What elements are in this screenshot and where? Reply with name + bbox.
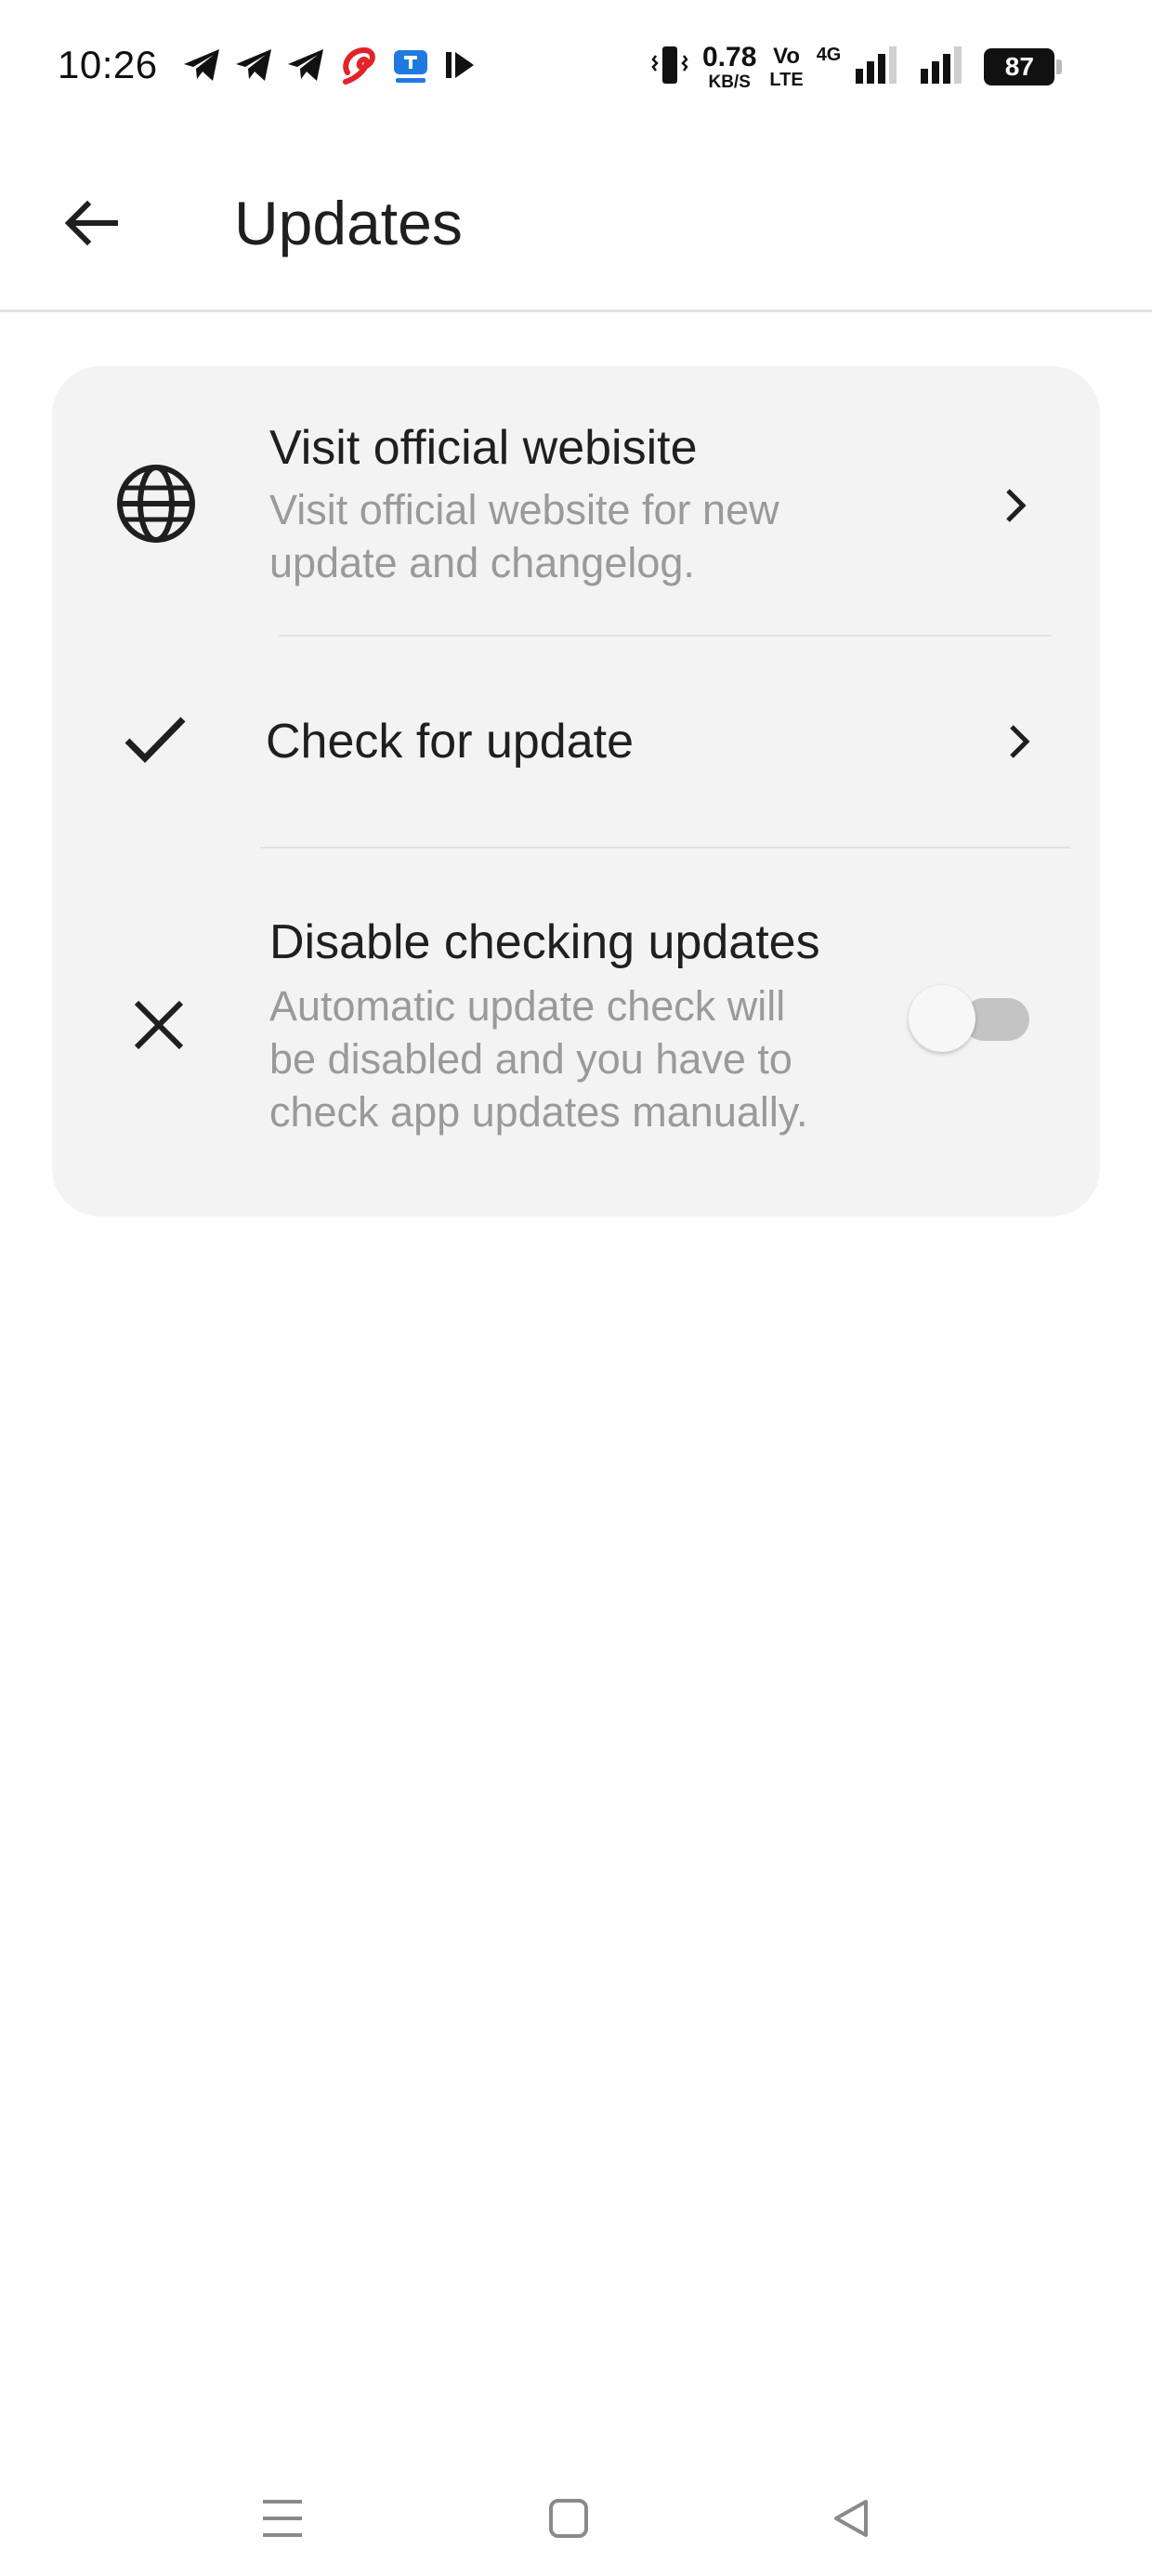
signal-icon — [854, 45, 906, 90]
chevron-right-icon — [998, 714, 1042, 769]
visit-website-subtitle-line-1: Visit official website for new — [269, 486, 779, 533]
play-icon — [442, 46, 479, 88]
vibrate-icon — [650, 43, 689, 92]
tech-app-icon — [390, 45, 431, 90]
status-time: 10:26 — [58, 43, 158, 86]
volte-indicator: Vo LTE — [769, 43, 804, 90]
volte-top: Vo — [773, 43, 800, 69]
disable-updates-subtitle-line-1: Automatic update check will — [269, 982, 786, 1030]
check-icon — [113, 697, 197, 781]
disable-updates-subtitle-line-2: be disabled and you have to — [269, 1035, 792, 1083]
back-nav-button[interactable] — [814, 2481, 888, 2556]
home-button[interactable] — [531, 2481, 606, 2556]
disable-updates-title: Disable checking updates — [269, 915, 820, 969]
status-bar: 10:26 0.78 KB/S Vo LTE 4G 87 — [0, 0, 1152, 130]
battery-icon: 87 — [984, 48, 1063, 85]
menu-icon — [263, 2500, 302, 2537]
visit-website-subtitle-line-2: update and changelog. — [269, 539, 695, 586]
telegram-icon — [182, 46, 223, 88]
page-title: Updates — [234, 189, 463, 257]
visit-website-title: Visit official webisite — [269, 421, 698, 475]
volte-bottom: LTE — [769, 69, 804, 90]
notification-icons — [182, 45, 479, 89]
toggle-thumb — [909, 985, 975, 1052]
signal-icon — [919, 45, 971, 90]
back-triangle-icon — [834, 2500, 868, 2537]
airtel-icon — [338, 45, 379, 90]
telegram-icon — [286, 46, 327, 88]
close-icon — [117, 983, 201, 1067]
recent-apps-button[interactable] — [245, 2481, 320, 2556]
settings-card: Visit official webisite Visit official w… — [52, 366, 1100, 1216]
visit-website-item[interactable]: Visit official webisite Visit official w… — [52, 366, 1100, 636]
speed-unit: KB/S — [708, 72, 751, 92]
arrow-back-icon — [64, 200, 118, 246]
disable-updates-item[interactable]: Disable checking updates Automatic updat… — [52, 848, 1100, 1216]
check-update-item[interactable]: Check for update — [52, 636, 1100, 848]
network-speed: 0.78 KB/S — [702, 41, 757, 92]
system-navigation-bar — [0, 2453, 1152, 2576]
telegram-icon — [234, 46, 275, 88]
network-type: 4G — [816, 45, 842, 65]
back-button[interactable] — [46, 178, 136, 268]
disable-updates-toggle[interactable] — [907, 982, 1074, 1057]
chevron-right-icon — [994, 478, 1039, 533]
speed-value: 0.78 — [702, 41, 757, 72]
disable-updates-subtitle-line-3: check app updates manually. — [269, 1088, 808, 1136]
app-bar: Updates — [0, 139, 1152, 312]
updates-screen: 10:26 0.78 KB/S Vo LTE 4G 87 Updates Vis… — [0, 0, 1152, 2576]
home-square-icon — [549, 2499, 588, 2538]
status-right-group: 0.78 KB/S Vo LTE 4G 87 — [650, 41, 1063, 93]
check-update-title: Check for update — [266, 715, 635, 769]
globe-icon — [108, 455, 204, 552]
